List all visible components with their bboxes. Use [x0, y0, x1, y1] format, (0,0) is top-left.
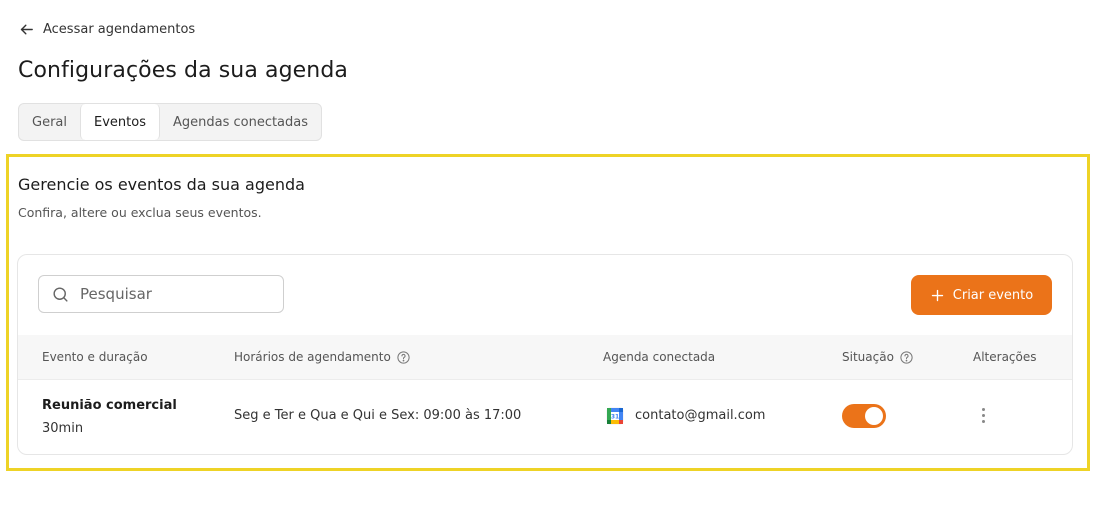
plus-icon	[931, 289, 943, 301]
tab-agendas-conectadas[interactable]: Agendas conectadas	[160, 104, 321, 140]
page-title: Configurações da sua agenda	[18, 58, 348, 83]
section-title: Gerencie os eventos da sua agenda	[18, 175, 305, 194]
tab-geral[interactable]: Geral	[19, 104, 80, 140]
table-header: Evento e duração Horários de agendamento…	[18, 335, 1072, 380]
column-header-actions: Alterações	[973, 335, 1037, 379]
event-schedule: Seg e Ter e Qua e Qui e Sex: 09:00 às 17…	[234, 408, 522, 423]
dot-icon	[981, 407, 985, 411]
column-header-event: Evento e duração	[42, 335, 148, 379]
event-name: Reunião comercial	[42, 398, 177, 413]
create-event-label: Criar evento	[952, 287, 1034, 303]
column-header-schedule: Horários de agendamento	[234, 335, 411, 379]
column-header-actions-label: Alterações	[973, 350, 1037, 364]
svg-text:31: 31	[611, 414, 619, 421]
events-card: Criar evento Evento e duração Horários d…	[17, 254, 1073, 455]
calendar-account: contato@gmail.com	[635, 408, 766, 423]
dot-icon	[981, 413, 985, 417]
toggle-knob	[865, 407, 883, 425]
column-header-status: Situação	[842, 335, 914, 379]
column-header-schedule-label: Horários de agendamento	[234, 350, 391, 364]
event-duration: 30min	[42, 421, 84, 436]
back-link[interactable]: Acessar agendamentos	[18, 18, 195, 40]
column-header-status-label: Situação	[842, 350, 894, 364]
tab-eventos[interactable]: Eventos	[80, 104, 160, 140]
tabs: Geral Eventos Agendas conectadas	[18, 103, 323, 141]
help-icon[interactable]	[899, 350, 914, 365]
section-subtitle: Confira, altere ou exclua seus eventos.	[18, 205, 262, 220]
dot-icon	[981, 419, 985, 423]
column-header-calendar: Agenda conectada	[603, 335, 715, 379]
search-input[interactable]	[78, 284, 272, 304]
search-box[interactable]	[38, 275, 284, 313]
help-icon[interactable]	[396, 350, 411, 365]
status-toggle[interactable]	[842, 404, 886, 428]
column-header-event-label: Evento e duração	[42, 350, 148, 364]
more-options-button[interactable]	[974, 404, 992, 426]
arrow-left-icon	[20, 24, 33, 34]
google-calendar-icon: 31	[606, 407, 624, 425]
create-event-button[interactable]: Criar evento	[911, 275, 1052, 315]
back-link-label: Acessar agendamentos	[43, 21, 196, 37]
search-icon	[53, 286, 68, 302]
column-header-calendar-label: Agenda conectada	[603, 350, 716, 364]
